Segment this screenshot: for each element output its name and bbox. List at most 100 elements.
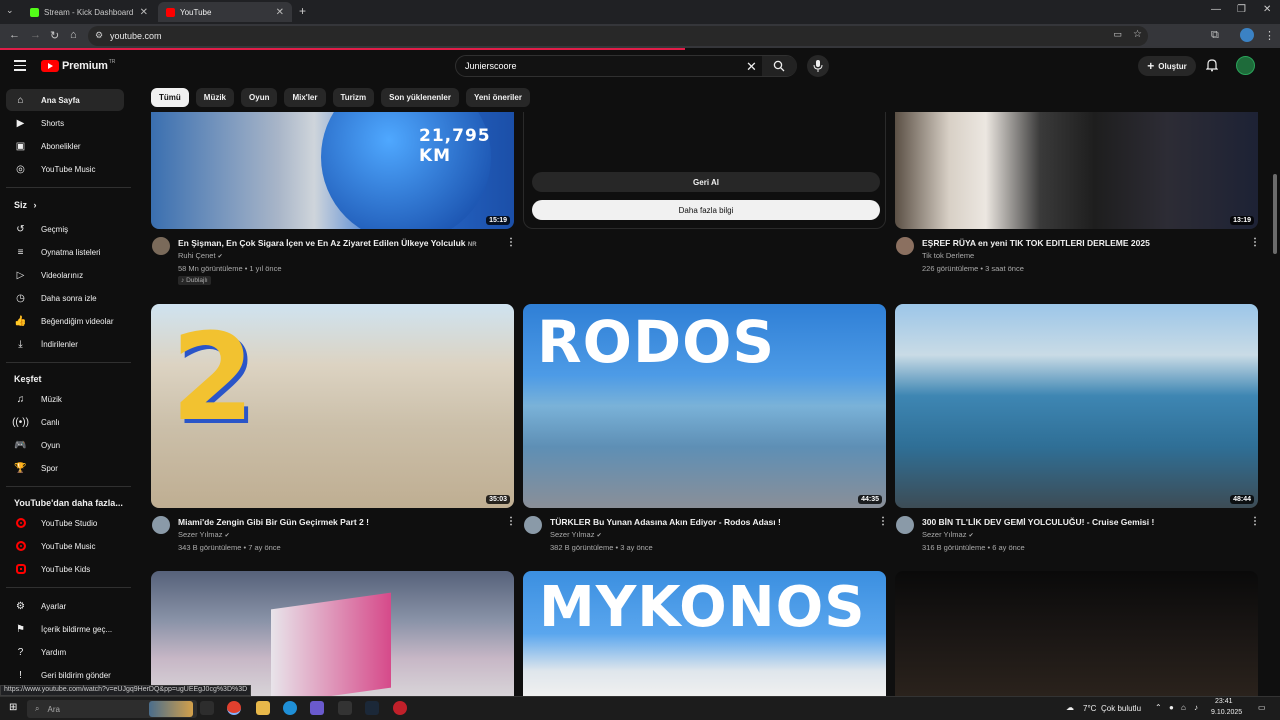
tray-chevron-icon[interactable]: ⌃	[1155, 703, 1162, 712]
volume-icon[interactable]: ♪	[1194, 703, 1198, 712]
copilot-icon[interactable]	[310, 701, 324, 715]
chip-gaming[interactable]: Oyun	[241, 88, 278, 107]
steam-icon[interactable]	[365, 701, 379, 715]
weather-text[interactable]: Çok bulutlu	[1101, 704, 1141, 713]
channel-avatar[interactable]	[152, 516, 170, 534]
channel-avatar[interactable]	[152, 237, 170, 255]
tab-youtube[interactable]: YouTube ✕	[158, 2, 292, 22]
network-icon[interactable]: ⌂	[1181, 703, 1186, 712]
url-field[interactable]: ⚙ youtube.com ☆ ▭	[88, 26, 1148, 46]
extensions-icon[interactable]: ⧉	[1211, 29, 1219, 42]
sidebar-item-shorts[interactable]: ▶ Shorts	[6, 112, 124, 134]
video-thumbnail[interactable]: RODOS 44:35	[523, 304, 886, 508]
calculator-icon[interactable]	[338, 701, 352, 715]
video-thumbnail[interactable]: 2 35:03	[151, 304, 514, 508]
more-info-button[interactable]: Daha fazla bilgi	[532, 200, 880, 220]
channel-name[interactable]: Ruhi Çenet ✔	[178, 251, 223, 260]
chip-new-to-you[interactable]: Yeni öneriler	[465, 88, 530, 107]
site-info-icon[interactable]: ⚙	[95, 30, 103, 41]
sidebar-you-header[interactable]: Siz ›	[14, 200, 37, 210]
forward-icon[interactable]: →	[30, 29, 41, 41]
video-title[interactable]: Miami'de Zengin Gibi Bir Gün Geçirmek Pa…	[178, 517, 369, 527]
sidebar-item-help[interactable]: ? Yardım	[6, 641, 124, 663]
video-thumbnail[interactable]	[895, 571, 1258, 696]
sidebar-item-youtube-music-app[interactable]: YouTube Music	[6, 535, 124, 557]
video-menu-icon[interactable]: ⋮	[878, 516, 888, 527]
channel-avatar[interactable]	[524, 516, 542, 534]
clock-date[interactable]: 9.10.2025	[1211, 709, 1242, 716]
weather-icon[interactable]: ☁	[1066, 703, 1074, 712]
sidebar-item-music[interactable]: ♫ Müzik	[6, 388, 124, 410]
chip-all[interactable]: Tümü	[151, 88, 189, 107]
undo-button[interactable]: Geri Al	[532, 172, 880, 192]
close-tab-icon[interactable]: ✕	[276, 7, 284, 18]
notification-center-icon[interactable]: ▭	[1258, 703, 1266, 712]
video-thumbnail[interactable]: 21,795 KM 15:19	[151, 112, 514, 229]
sidebar-item-live[interactable]: ((•)) Canlı	[6, 411, 124, 433]
browser-menu-icon[interactable]: ⋮	[1264, 29, 1275, 42]
weather-temp[interactable]: 7°C	[1083, 704, 1096, 713]
chip-mixes[interactable]: Mix'ler	[284, 88, 326, 107]
close-window-icon[interactable]: ✕	[1263, 4, 1271, 15]
sidebar-item-history[interactable]: ↺ Geçmiş	[6, 218, 124, 240]
install-app-icon[interactable]: ▭	[1113, 29, 1122, 40]
chip-recently-uploaded[interactable]: Son yüklenenler	[381, 88, 459, 107]
search-input[interactable]: Junierscoore	[465, 61, 517, 71]
search-box[interactable]: Junierscoore ✕	[455, 55, 797, 77]
sidebar-item-report-history[interactable]: ⚑ İçerik bildirme geç...	[6, 618, 124, 640]
sidebar-item-subscriptions[interactable]: ▣ Abonelikler	[6, 135, 124, 157]
voice-search-button[interactable]	[807, 55, 829, 77]
new-tab-button[interactable]: +	[299, 4, 306, 18]
sidebar-item-watch-later[interactable]: ◷ Daha sonra izle	[6, 287, 124, 309]
sidebar-item-playlists[interactable]: ≡ Oynatma listeleri	[6, 241, 124, 263]
video-thumbnail[interactable]: 13:19	[895, 112, 1258, 229]
recording-app-icon[interactable]	[393, 701, 407, 715]
back-icon[interactable]: ←	[9, 29, 20, 41]
video-title[interactable]: TÜRKLER Bu Yunan Adasına Akın Ediyor - R…	[550, 517, 781, 527]
sidebar-item-youtube-kids[interactable]: YouTube Kids	[6, 558, 124, 580]
sidebar-item-your-videos[interactable]: ▷ Videolarınız	[6, 264, 124, 286]
sidebar-item-settings[interactable]: ⚙ Ayarlar	[6, 595, 124, 617]
chip-tourism[interactable]: Turizm	[332, 88, 375, 107]
notifications-bell-icon[interactable]	[1206, 58, 1218, 72]
sidebar-item-home[interactable]: ⌂ Ana Sayfa	[6, 89, 124, 111]
reload-icon[interactable]: ↻	[50, 29, 59, 42]
microphone-tray-icon[interactable]: ●	[1169, 703, 1174, 712]
channel-name[interactable]: Sezer Yılmaz ✔	[550, 530, 602, 539]
profile-icon[interactable]	[1240, 28, 1254, 42]
video-title[interactable]: En Şişman, En Çok Sigara İçen ve En Az Z…	[178, 238, 477, 248]
sidebar-item-gaming[interactable]: 🎮 Oyun	[6, 434, 124, 456]
page-scrollbar[interactable]	[1273, 174, 1277, 254]
clear-search-icon[interactable]: ✕	[746, 59, 757, 75]
video-menu-icon[interactable]: ⋮	[506, 516, 516, 527]
maximize-icon[interactable]: ❐	[1237, 4, 1246, 15]
video-menu-icon[interactable]: ⋮	[1250, 516, 1260, 527]
sidebar-item-sports[interactable]: 🏆 Spor	[6, 457, 124, 479]
video-menu-icon[interactable]: ⋮	[506, 237, 516, 248]
channel-avatar[interactable]	[896, 237, 914, 255]
video-thumbnail[interactable]: 48:44	[895, 304, 1258, 508]
tab-kick[interactable]: Stream - Kick Dashboard ✕	[22, 2, 156, 22]
video-thumbnail[interactable]: MYKONOS	[523, 571, 886, 696]
tab-list-icon[interactable]: ⌄	[6, 5, 14, 16]
video-thumbnail[interactable]	[151, 571, 514, 696]
account-avatar[interactable]	[1236, 56, 1255, 75]
close-tab-icon[interactable]: ✕	[140, 7, 148, 18]
menu-hamburger-icon[interactable]	[14, 60, 26, 71]
channel-name[interactable]: Tik tok Derleme	[922, 251, 974, 260]
home-browser-icon[interactable]: ⌂	[70, 29, 77, 41]
task-view-icon[interactable]	[200, 701, 214, 715]
clock-time[interactable]: 23:41	[1215, 698, 1233, 705]
youtube-logo[interactable]: Premium TR	[41, 59, 115, 72]
create-button[interactable]: + Oluştur	[1138, 56, 1196, 76]
video-title[interactable]: 300 BİN TL'LİK DEV GEMİ YOLCULUĞU! - Cru…	[922, 517, 1154, 527]
channel-name[interactable]: Sezer Yılmaz ✔	[922, 530, 974, 539]
windows-start-icon[interactable]: ⊞	[9, 702, 17, 713]
chrome-icon[interactable]	[227, 701, 241, 715]
minimize-icon[interactable]: —	[1211, 4, 1221, 15]
bookmark-star-icon[interactable]: ☆	[1133, 29, 1142, 40]
sidebar-item-youtube-music[interactable]: ◎ YouTube Music	[6, 158, 124, 180]
channel-name[interactable]: Sezer Yılmaz ✔	[178, 530, 230, 539]
taskbar-search[interactable]: ⌕ Ara	[27, 700, 197, 718]
sidebar-item-liked-videos[interactable]: 👍 Beğendiğim videolar	[6, 310, 124, 332]
